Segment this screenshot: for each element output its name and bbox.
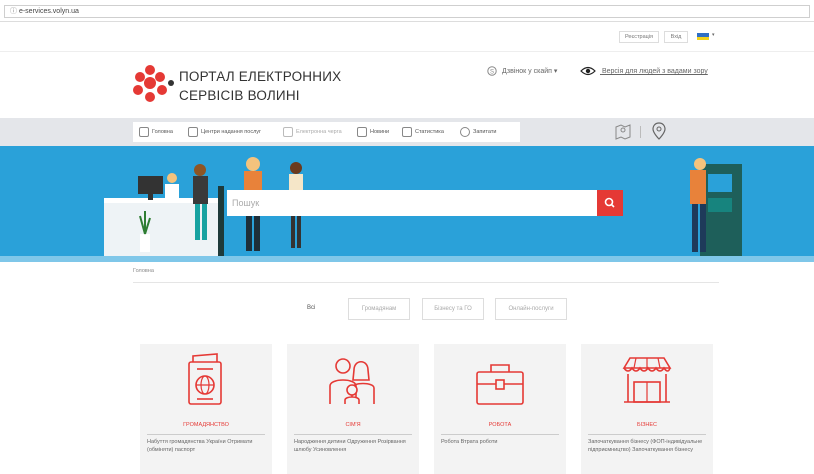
chevron-down-icon[interactable]: ▾ [712, 32, 715, 38]
skype-icon: S [487, 66, 497, 76]
search-icon [604, 197, 615, 208]
category-card-citizenship[interactable]: ГРОМАДЯНСТВО Набуття громадянства Україн… [140, 344, 272, 474]
language-flag-icon[interactable] [697, 33, 709, 40]
breadcrumb[interactable]: Головна [133, 268, 154, 274]
portal-logo-icon[interactable] [132, 64, 176, 109]
map-icon[interactable] [614, 122, 632, 140]
filter-citizens-button[interactable]: Громадянам [348, 298, 410, 320]
card-body: Робота Втрата роботи [441, 439, 498, 445]
search-box [227, 190, 597, 216]
filter-business-button[interactable]: Бізнесу та ГО [422, 298, 484, 320]
info-icon: ⓘ [10, 8, 17, 15]
accessibility-label: Версія для людей з вадами зору [601, 68, 708, 75]
category-card-work[interactable]: РОБОТА Робота Втрата роботи [434, 344, 566, 474]
card-title: БІЗНЕС [636, 422, 658, 428]
nav-item-label: Запитати [473, 129, 497, 135]
portal-title[interactable]: ПОРТАЛ ЕЛЕКТРОННИХ СЕРВІСІВ ВОЛИНІ [179, 67, 341, 105]
card-title: ГРОМАДЯНСТВО [183, 422, 229, 428]
nav-item-statistics[interactable]: Статистика [402, 122, 444, 142]
nav-item-ask[interactable]: Запитати [460, 122, 496, 142]
register-button[interactable]: Реєстрація [619, 31, 659, 43]
filter-online-button[interactable]: Онлайн-послуги [495, 298, 567, 320]
login-button[interactable]: Вхід [664, 31, 688, 43]
url-text: e-services.volyn.ua [18, 8, 79, 15]
nav-item-news[interactable]: Новини [357, 122, 389, 142]
card-body: Набуття громадянства України Отримати (о… [147, 439, 253, 453]
queue-icon [283, 126, 293, 137]
divider [441, 434, 559, 435]
family-icon [329, 358, 375, 404]
eye-icon [580, 67, 596, 76]
category-card-business[interactable]: БІЗНЕС Започаткування бізнесу (ФОП-індив… [581, 344, 713, 474]
nav-item-label: Центри надання послуг [201, 129, 262, 135]
card-title: СІМ'Я [345, 422, 361, 428]
divider [588, 434, 706, 435]
nav-item-label: Головна [152, 129, 173, 135]
divider [147, 434, 265, 435]
portal-title-line1: ПОРТАЛ ЕЛЕКТРОННИХ [179, 69, 342, 84]
briefcase-icon [476, 364, 524, 405]
home-icon [139, 126, 149, 137]
search-button[interactable] [597, 190, 623, 216]
skype-label: Дзвінок у скайп ▾ [501, 68, 558, 75]
main-navigation-bar: Головна Центри надання послуг Електронна… [0, 118, 814, 146]
top-utility-bar: Реєстрація Вхід ▾ [0, 22, 814, 52]
hero-bottom-stripe [0, 256, 814, 262]
building-icon [188, 126, 198, 137]
category-card-family[interactable]: СІМ'Я Народження дитини Одруження Розірв… [287, 344, 419, 474]
nav-item-home[interactable]: Головна [139, 122, 173, 142]
card-title: РОБОТА [488, 422, 512, 428]
question-icon [460, 126, 470, 137]
clipboard-icon [402, 126, 412, 137]
location-pin-icon[interactable] [652, 122, 666, 140]
accessibility-link[interactable]: Версія для людей з вадами зору [580, 66, 708, 77]
url-field[interactable]: ⓘ e-services.volyn.ua [4, 5, 810, 18]
browser-address-bar: ⓘ e-services.volyn.ua [0, 0, 814, 22]
shop-icon [622, 357, 672, 403]
nav-item-label: Електронна черга [296, 129, 342, 135]
search-input[interactable] [227, 190, 577, 216]
svg-text:S: S [490, 69, 494, 75]
card-body: Народження дитини Одруження Розірвання ш… [294, 439, 406, 453]
megaphone-icon [357, 126, 367, 137]
nav-item-label: Новини [370, 129, 390, 135]
divider [133, 282, 719, 283]
card-body: Започаткування бізнесу (ФОП-індивідуальн… [588, 439, 703, 453]
divider [294, 434, 412, 435]
filter-all[interactable]: Всі [307, 305, 315, 311]
divider [640, 126, 641, 138]
skype-call-dropdown[interactable]: S Дзвінок у скайп ▾ [487, 66, 557, 77]
portal-title-line2: СЕРВІСІВ ВОЛИНІ [179, 88, 300, 103]
nav-item-label: Статистика [415, 129, 444, 135]
nav-menu: Головна Центри надання послуг Електронна… [133, 122, 520, 142]
nav-item-electronic-queue[interactable]: Електронна черга [283, 122, 342, 142]
passport-icon [188, 353, 222, 405]
nav-item-service-centers[interactable]: Центри надання послуг [188, 122, 261, 142]
